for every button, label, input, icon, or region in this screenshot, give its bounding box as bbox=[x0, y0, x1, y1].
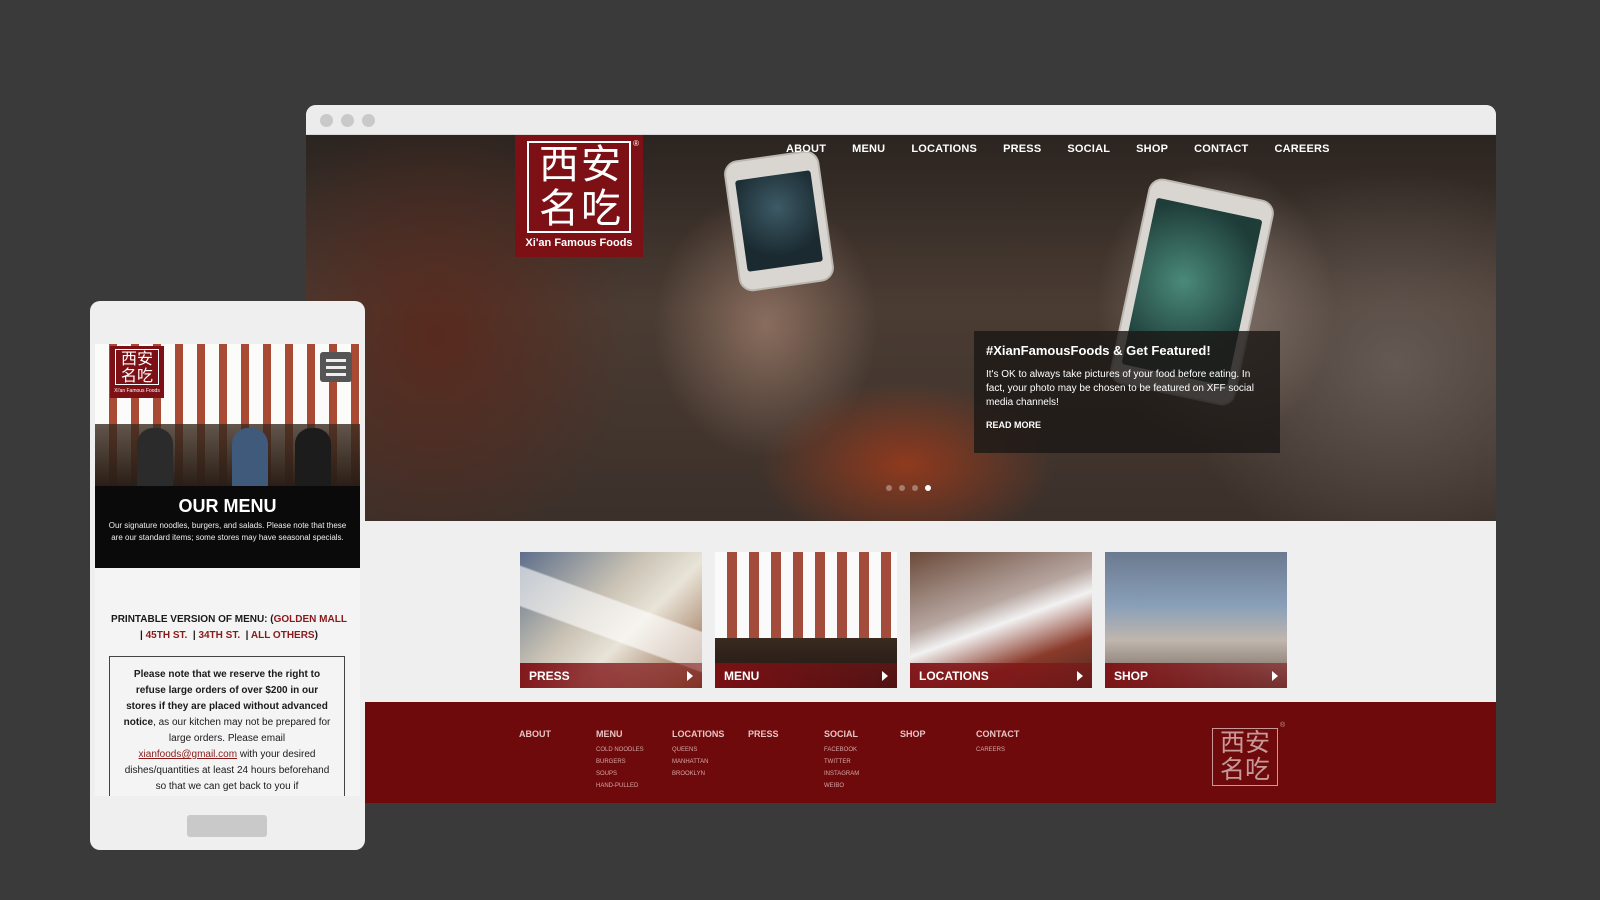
tile-locations[interactable]: LOCATIONS bbox=[910, 552, 1092, 688]
email-link[interactable]: xianfoods@gmail.com bbox=[139, 749, 238, 760]
pager-dot[interactable] bbox=[912, 485, 918, 491]
footer-heading[interactable]: MENU bbox=[596, 729, 644, 739]
footer-heading[interactable]: PRESS bbox=[748, 729, 779, 739]
logo-name: Xi'an Famous Foods bbox=[525, 237, 633, 249]
footer-link[interactable]: TWITTER bbox=[824, 756, 859, 768]
customer-figure bbox=[137, 428, 173, 486]
printable-close: ) bbox=[314, 630, 318, 641]
footer-col-shop: SHOP bbox=[900, 729, 926, 744]
footer-heading[interactable]: LOCATIONS bbox=[672, 729, 724, 739]
customer-figure bbox=[295, 428, 331, 486]
footer-link[interactable]: INSTAGRAM bbox=[824, 768, 859, 780]
hamburger-menu-icon[interactable] bbox=[320, 352, 352, 382]
footer-col-social: SOCIAL FACEBOOK TWITTER INSTAGRAM WEIBO bbox=[824, 729, 859, 792]
footer-link[interactable]: BURGERS bbox=[596, 756, 644, 768]
footer-link[interactable]: WEIBO bbox=[824, 780, 859, 792]
page-title: OUR MENU bbox=[178, 496, 277, 516]
registered-mark: ® bbox=[633, 139, 639, 148]
play-arrow-icon bbox=[687, 671, 693, 681]
customer-figure bbox=[232, 428, 268, 486]
footer-registered-mark: ® bbox=[1280, 722, 1286, 729]
desktop-browser-window: 西安名吃 ® Xi'an Famous Foods ABOUT MENU LOC… bbox=[306, 105, 1496, 803]
site-logo[interactable]: 西安名吃 ® Xi'an Famous Foods bbox=[515, 135, 643, 257]
browser-title-bar bbox=[306, 105, 1496, 135]
footer-link[interactable]: COLD NOODLES bbox=[596, 744, 644, 756]
hero-phone-image-left bbox=[722, 148, 836, 294]
tile-label: LOCATIONS bbox=[910, 663, 1092, 688]
footer-link[interactable]: CAREERS bbox=[976, 744, 1019, 756]
footer-link[interactable]: BROOKLYN bbox=[672, 768, 724, 780]
promo-body: It's OK to always take pictures of your … bbox=[986, 369, 1254, 408]
link-45th-st[interactable]: 45TH ST. bbox=[146, 630, 188, 641]
nav-careers[interactable]: CAREERS bbox=[1274, 143, 1329, 155]
window-maximize-dot[interactable] bbox=[362, 114, 375, 127]
nav-about[interactable]: ABOUT bbox=[786, 143, 826, 155]
main-nav: ABOUT MENU LOCATIONS PRESS SOCIAL SHOP C… bbox=[786, 143, 1356, 155]
play-arrow-icon bbox=[882, 671, 888, 681]
footer-link[interactable]: FACEBOOK bbox=[824, 744, 859, 756]
logo-chinese-characters: 西安名吃 bbox=[539, 142, 623, 232]
promo-title: #XianFamousFoods & Get Featured! bbox=[986, 343, 1211, 358]
footer-heading[interactable]: SOCIAL bbox=[824, 729, 859, 739]
footer-col-locations: LOCATIONS QUEENS MANHATTAN BROOKLYN bbox=[672, 729, 724, 780]
mobile-device: 西安名吃 Xi'an Famous Foods OUR MENU Our sig… bbox=[90, 301, 365, 850]
tile-label: SHOP bbox=[1105, 663, 1287, 688]
tile-menu[interactable]: MENU bbox=[715, 552, 897, 688]
pager-dot[interactable] bbox=[899, 485, 905, 491]
site-footer: ABOUT MENU COLD NOODLES BURGERS SOUPS HA… bbox=[306, 702, 1496, 803]
footer-link[interactable]: HAND-PULLED bbox=[596, 780, 644, 792]
mobile-screen: 西安名吃 Xi'an Famous Foods OUR MENU Our sig… bbox=[95, 344, 360, 796]
nav-menu[interactable]: MENU bbox=[852, 143, 885, 155]
footer-col-menu: MENU COLD NOODLES BURGERS SOUPS HAND-PUL… bbox=[596, 729, 644, 792]
link-all-others[interactable]: ALL OTHERS bbox=[251, 630, 315, 641]
large-order-notice: Please note that we reserve the right to… bbox=[109, 656, 345, 796]
tile-shop[interactable]: SHOP bbox=[1105, 552, 1287, 688]
nav-shop[interactable]: SHOP bbox=[1136, 143, 1168, 155]
feature-tiles: PRESS MENU LOCATIONS SHOP bbox=[520, 552, 1287, 688]
play-arrow-icon bbox=[1272, 671, 1278, 681]
read-more-link[interactable]: READ MORE bbox=[986, 420, 1268, 430]
footer-col-press: PRESS bbox=[748, 729, 779, 744]
pager-dot[interactable] bbox=[886, 485, 892, 491]
tile-label: MENU bbox=[715, 663, 897, 688]
printable-label: PRINTABLE VERSION OF MENU: ( bbox=[111, 614, 274, 625]
play-arrow-icon bbox=[1077, 671, 1083, 681]
footer-link[interactable]: SOUPS bbox=[596, 768, 644, 780]
menu-header-section: OUR MENU Our signature noodles, burgers,… bbox=[95, 486, 360, 568]
hero-promo-box: #XianFamousFoods & Get Featured! It's OK… bbox=[974, 331, 1280, 453]
window-close-dot[interactable] bbox=[320, 114, 333, 127]
printable-menu-links: PRINTABLE VERSION OF MENU: (GOLDEN MALL … bbox=[111, 614, 347, 641]
footer-col-contact: CONTACT CAREERS bbox=[976, 729, 1019, 756]
footer-heading[interactable]: ABOUT bbox=[519, 729, 551, 739]
mobile-logo-chinese-characters: 西安名吃 bbox=[115, 349, 159, 385]
tile-press[interactable]: PRESS bbox=[520, 552, 702, 688]
hero-slideshow: 西安名吃 ® Xi'an Famous Foods ABOUT MENU LOC… bbox=[306, 135, 1496, 521]
window-minimize-dot[interactable] bbox=[341, 114, 354, 127]
nav-contact[interactable]: CONTACT bbox=[1194, 143, 1248, 155]
pager-dot-active[interactable] bbox=[925, 485, 931, 491]
nav-locations[interactable]: LOCATIONS bbox=[911, 143, 977, 155]
page-subtitle: Our signature noodles, burgers, and sala… bbox=[108, 521, 347, 542]
footer-col-about: ABOUT bbox=[519, 729, 551, 744]
footer-link[interactable]: MANHATTAN bbox=[672, 756, 724, 768]
tile-label: PRESS bbox=[520, 663, 702, 688]
slideshow-pager bbox=[886, 485, 931, 491]
nav-social[interactable]: SOCIAL bbox=[1067, 143, 1110, 155]
mobile-logo-name: Xi'an Famous Foods bbox=[114, 388, 160, 394]
nav-press[interactable]: PRESS bbox=[1003, 143, 1041, 155]
footer-heading[interactable]: SHOP bbox=[900, 729, 926, 739]
footer-link[interactable]: QUEENS bbox=[672, 744, 724, 756]
mobile-site-logo[interactable]: 西安名吃 Xi'an Famous Foods bbox=[110, 346, 164, 398]
footer-heading[interactable]: CONTACT bbox=[976, 729, 1019, 739]
link-34th-st[interactable]: 34TH ST. bbox=[198, 630, 240, 641]
link-golden-mall[interactable]: GOLDEN MALL bbox=[274, 614, 347, 625]
notice-text: , as our kitchen may not be prepared for… bbox=[153, 717, 331, 744]
footer-logo[interactable]: 西安名吃 bbox=[1212, 728, 1278, 786]
mobile-home-bar[interactable] bbox=[187, 815, 267, 837]
